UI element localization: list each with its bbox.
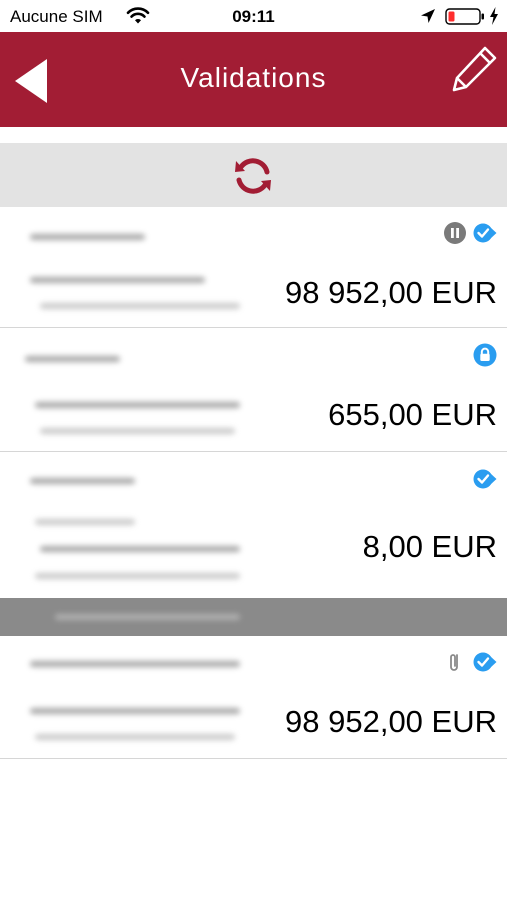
redacted-text	[30, 234, 145, 240]
redacted-text	[30, 478, 135, 484]
location-arrow-icon	[421, 9, 435, 23]
redacted-text	[35, 402, 240, 408]
list-item[interactable]: 655,00 EUR	[0, 329, 507, 452]
redacted-text	[55, 614, 240, 620]
refresh-bar	[0, 143, 507, 207]
redacted-text	[40, 303, 240, 309]
amount: 98 952,00 EUR	[285, 275, 497, 310]
navigation-bar: Validations	[0, 32, 507, 127]
amount: 98 952,00 EUR	[285, 704, 497, 739]
refresh-icon[interactable]	[232, 155, 274, 197]
list-item[interactable]: 98 952,00 EUR	[0, 636, 507, 759]
pencil-icon[interactable]	[447, 42, 501, 96]
list-item[interactable]: 8,00 EUR	[0, 453, 507, 598]
amount: 655,00 EUR	[328, 397, 497, 432]
forward-check-icon	[473, 223, 497, 243]
forward-check-icon	[473, 652, 497, 672]
redacted-text	[35, 734, 235, 740]
redacted-text	[25, 356, 120, 362]
redacted-text	[30, 661, 240, 667]
redacted-text	[40, 546, 240, 552]
redacted-text	[35, 573, 240, 579]
forward-check-icon	[473, 469, 497, 489]
status-icons	[473, 343, 497, 367]
amount: 8,00 EUR	[362, 529, 497, 564]
status-icons	[443, 221, 497, 245]
list-item[interactable]: 98 952,00 EUR	[0, 207, 507, 328]
section-separator	[0, 598, 507, 636]
pause-icon	[444, 222, 466, 244]
lock-icon	[473, 343, 497, 367]
status-bar: Aucune SIM 09:11	[0, 0, 507, 32]
battery-low-icon	[445, 8, 484, 25]
attachment-icon	[450, 654, 458, 671]
redacted-text	[30, 277, 205, 283]
charging-bolt-icon	[490, 7, 498, 25]
status-icons	[473, 467, 497, 491]
page-title: Validations	[180, 62, 327, 93]
redacted-text	[40, 428, 235, 434]
redacted-text	[35, 519, 135, 525]
status-icons	[443, 650, 497, 674]
redacted-text	[30, 708, 240, 714]
